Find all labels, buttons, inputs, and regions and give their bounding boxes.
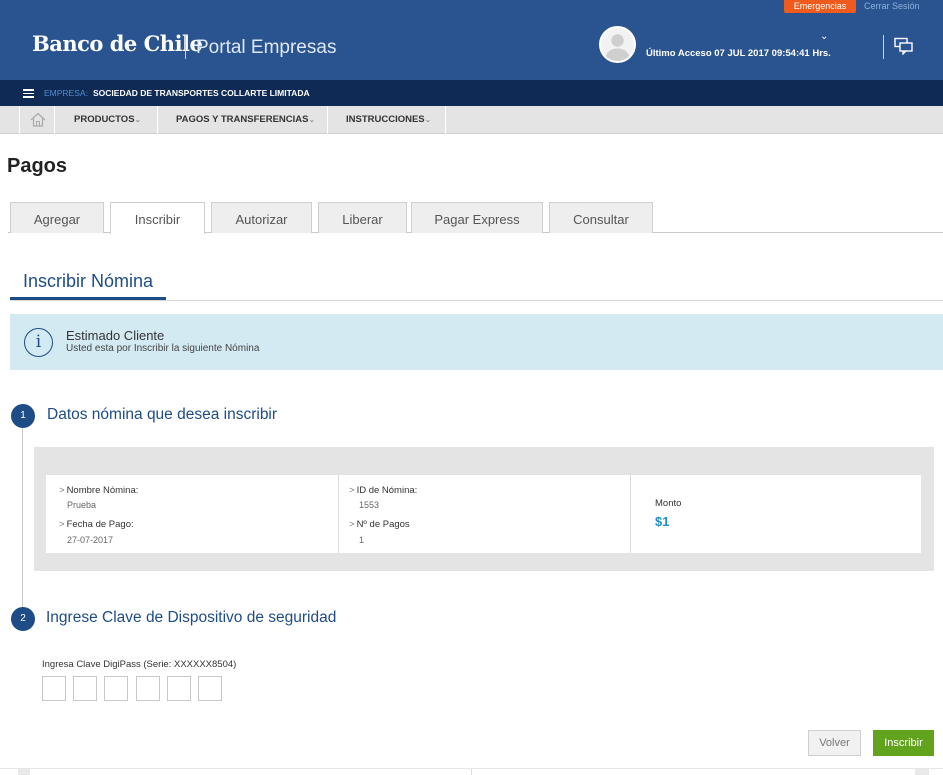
back-button[interactable]: Volver bbox=[808, 730, 861, 756]
chevron-right-icon: > bbox=[59, 485, 65, 496]
tab-consultar[interactable]: Consultar bbox=[549, 202, 653, 233]
inscribir-button[interactable]: Inscribir bbox=[873, 730, 934, 756]
last-access-text: Último Acceso 07 JUL 2017 09:54:41 Hrs. bbox=[646, 48, 831, 59]
portal-title: Portal Empresas bbox=[196, 37, 337, 58]
chevron-right-icon: > bbox=[59, 519, 65, 530]
chat-icon[interactable] bbox=[894, 37, 914, 55]
info-title: Estimado Cliente bbox=[66, 328, 165, 343]
summary-col-3: Monto $1 bbox=[631, 475, 921, 553]
section-divider bbox=[10, 300, 943, 301]
emergency-button[interactable]: Emergencias bbox=[784, 0, 856, 13]
user-avatar[interactable] bbox=[599, 26, 636, 63]
info-text: Usted esta por Inscribir la siguiente Nó… bbox=[66, 343, 260, 354]
payroll-summary-panel: > Nombre Nómina: Prueba > Fecha de Pago: 2… bbox=[34, 447, 934, 571]
user-silhouette-icon bbox=[604, 34, 631, 61]
chevron-down-icon: ⌄ bbox=[308, 115, 316, 124]
tab-pagar-express[interactable]: Pagar Express bbox=[411, 202, 543, 233]
nav-pagos-label: PAGOS Y TRANSFERENCIAS bbox=[176, 114, 309, 125]
chevron-right-icon: > bbox=[349, 519, 355, 530]
nav-pagos-transferencias[interactable]: PAGOS Y TRANSFERENCIAS⌄ bbox=[158, 106, 328, 134]
digipass-digit-5[interactable] bbox=[167, 676, 191, 701]
summary-col-1: > Nombre Nómina: Prueba > Fecha de Pago: 2… bbox=[46, 475, 338, 553]
monto-label: Monto bbox=[655, 498, 682, 509]
home-button[interactable] bbox=[19, 106, 55, 134]
digipass-digit-1[interactable] bbox=[42, 676, 66, 701]
id-label-text: ID de Nómina: bbox=[356, 485, 418, 496]
nav-productos-label: PRODUCTOS bbox=[74, 114, 135, 125]
digipass-digit-3[interactable] bbox=[104, 676, 128, 701]
monto-value: $1 bbox=[655, 514, 670, 529]
section-title: Inscribir Nómina bbox=[23, 271, 154, 291]
tab-autorizar[interactable]: Autorizar bbox=[211, 202, 312, 233]
pagos-label-text: Nº de Pagos bbox=[356, 519, 410, 530]
bank-logo[interactable]: Banco de Chile bbox=[32, 31, 203, 56]
pagos-value: 1 bbox=[359, 535, 365, 545]
id-value: 1553 bbox=[359, 500, 380, 510]
fecha-value: 27-07-2017 bbox=[67, 535, 114, 545]
nombre-label-text: Nombre Nómina: bbox=[66, 485, 139, 496]
page-title: Pagos bbox=[7, 155, 68, 177]
home-icon bbox=[30, 112, 46, 127]
footer-strip bbox=[0, 768, 943, 775]
payroll-summary-card: > Nombre Nómina: Prueba > Fecha de Pago: 2… bbox=[46, 475, 921, 553]
menu-icon[interactable] bbox=[23, 89, 34, 98]
main-nav: PRODUCTOS⌄ PAGOS Y TRANSFERENCIAS⌄ INSTR… bbox=[0, 106, 943, 134]
chevron-down-icon: ⌄ bbox=[424, 115, 432, 124]
company-label: EMPRESA: bbox=[44, 88, 88, 98]
step-title-2: Ingrese Clave de Dispositivo de segurida… bbox=[46, 609, 337, 626]
digipass-digit-4[interactable] bbox=[136, 676, 160, 701]
company-name[interactable]: SOCIEDAD DE TRANSPORTES COLLARTE LIMITAD… bbox=[93, 88, 310, 98]
info-icon: i bbox=[24, 328, 53, 357]
step-number-1: 1 bbox=[11, 404, 35, 428]
digipass-label: Ingresa Clave DigiPass (Serie: XXXXXX850… bbox=[42, 659, 237, 670]
nombre-label: > Nombre Nómina: bbox=[59, 485, 138, 496]
company-bar: EMPRESA: SOCIEDAD DE TRANSPORTES COLLART… bbox=[0, 80, 943, 106]
step-title-1: Datos nómina que desea inscribir bbox=[47, 406, 278, 423]
tab-inscribir[interactable]: Inscribir bbox=[110, 202, 205, 234]
info-alert: i Estimado Cliente Usted esta por Inscri… bbox=[10, 314, 943, 370]
fecha-label-text: Fecha de Pago: bbox=[66, 519, 134, 530]
step-rail bbox=[22, 427, 23, 612]
tab-liberar[interactable]: Liberar bbox=[318, 202, 407, 233]
logo-divider bbox=[185, 35, 186, 59]
chevron-down-icon: ⌄ bbox=[134, 115, 142, 124]
digipass-digit-2[interactable] bbox=[73, 676, 97, 701]
summary-col-2: > ID de Nómina: 1553 > Nº de Pagos 1 bbox=[339, 475, 630, 553]
nombre-value: Prueba bbox=[67, 500, 97, 510]
tab-agregar[interactable]: Agregar bbox=[10, 202, 104, 233]
chevron-down-icon[interactable]: ⌄ bbox=[820, 31, 828, 42]
top-header: Emergencias Cerrar Sesión Banco de Chile… bbox=[0, 0, 943, 80]
logout-link[interactable]: Cerrar Sesión bbox=[864, 0, 920, 12]
digipass-digit-6[interactable] bbox=[198, 676, 222, 701]
step-number-2: 2 bbox=[11, 607, 35, 631]
nav-productos[interactable]: PRODUCTOS⌄ bbox=[56, 106, 158, 134]
fecha-label: > Fecha de Pago: bbox=[59, 519, 134, 530]
chevron-right-icon: > bbox=[349, 485, 355, 496]
nav-instrucciones[interactable]: INSTRUCCIONES⌄ bbox=[328, 106, 446, 134]
header-divider bbox=[883, 35, 884, 59]
nav-instrucciones-label: INSTRUCCIONES bbox=[346, 114, 425, 125]
id-label: > ID de Nómina: bbox=[349, 485, 417, 496]
pagos-label: > Nº de Pagos bbox=[349, 519, 410, 530]
